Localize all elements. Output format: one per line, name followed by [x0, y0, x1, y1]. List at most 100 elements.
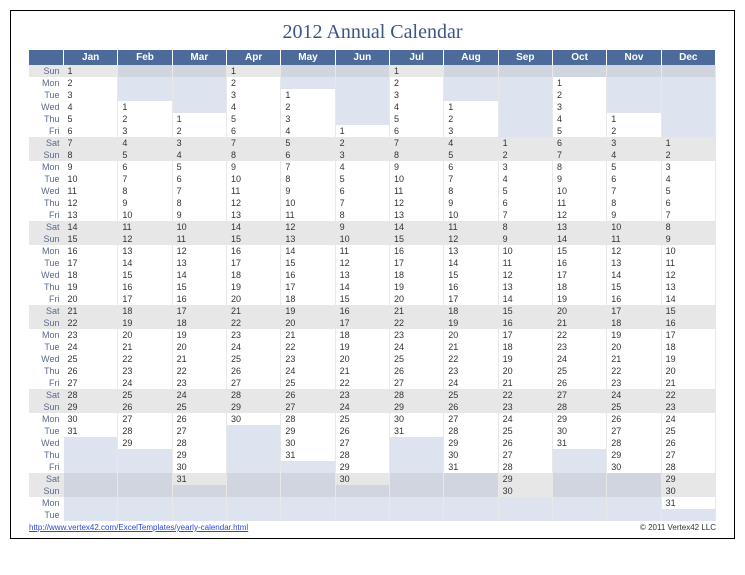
day-cell: 6 — [335, 185, 389, 197]
day-cell: 5 — [335, 173, 389, 185]
dow-label: Fri — [29, 461, 64, 473]
day-cell: 12 — [552, 209, 606, 221]
day-cell — [172, 65, 226, 77]
day-cell: 30 — [661, 485, 715, 497]
day-cell: 26 — [226, 365, 280, 377]
dow-label: Sat — [29, 473, 64, 485]
dow-label: Mon — [29, 413, 64, 425]
day-cell: 23 — [172, 377, 226, 389]
day-cell: 14 — [552, 233, 606, 245]
day-cell: 26 — [552, 377, 606, 389]
day-cell: 28 — [661, 461, 715, 473]
day-cell: 8 — [118, 185, 172, 197]
day-cell: 22 — [172, 365, 226, 377]
day-cell — [607, 497, 661, 509]
day-cell: 13 — [661, 281, 715, 293]
day-cell: 25 — [498, 425, 552, 437]
template-link[interactable]: http://www.vertex42.com/ExcelTemplates/y… — [29, 523, 248, 532]
day-cell: 3 — [118, 125, 172, 137]
table-row: Mon965974963853 — [29, 161, 716, 173]
day-cell: 16 — [172, 293, 226, 305]
table-row: Sat211817211916211815201715 — [29, 305, 716, 317]
day-cell: 19 — [444, 317, 498, 329]
day-cell: 26 — [172, 413, 226, 425]
month-header-mar: Mar — [172, 50, 226, 65]
day-cell: 18 — [498, 341, 552, 353]
day-cell: 15 — [281, 257, 335, 269]
day-cell: 28 — [64, 389, 118, 401]
day-cell — [661, 89, 715, 101]
day-cell — [64, 509, 118, 521]
table-row: Mon2221 — [29, 77, 716, 89]
day-cell: 9 — [64, 161, 118, 173]
day-cell — [335, 101, 389, 113]
day-cell: 4 — [552, 113, 606, 125]
day-cell — [661, 65, 715, 77]
dow-label: Tue — [29, 89, 64, 101]
day-cell: 5 — [118, 149, 172, 161]
day-cell — [64, 449, 118, 461]
day-cell: 23 — [226, 329, 280, 341]
table-row: Tue171413171512171411161311 — [29, 257, 716, 269]
day-cell — [552, 449, 606, 461]
table-row: Tue3128272926312825302725 — [29, 425, 716, 437]
day-cell: 24 — [661, 413, 715, 425]
day-cell — [64, 437, 118, 449]
day-cell: 2 — [607, 125, 661, 137]
day-cell: 2 — [498, 149, 552, 161]
table-row: Fri6326416352 — [29, 125, 716, 137]
day-cell: 1 — [661, 137, 715, 149]
day-cell: 11 — [335, 245, 389, 257]
day-cell — [118, 509, 172, 521]
day-cell: 12 — [118, 233, 172, 245]
month-header-dec: Dec — [661, 50, 715, 65]
day-cell: 1 — [389, 65, 443, 77]
day-cell: 25 — [172, 401, 226, 413]
day-cell: 15 — [172, 281, 226, 293]
day-cell — [498, 113, 552, 125]
day-cell: 27 — [607, 425, 661, 437]
day-cell: 24 — [498, 413, 552, 425]
day-cell: 8 — [226, 149, 280, 161]
day-cell: 5 — [444, 149, 498, 161]
day-cell: 26 — [444, 401, 498, 413]
day-cell: 29 — [389, 401, 443, 413]
day-cell — [118, 77, 172, 89]
day-cell: 31 — [281, 449, 335, 461]
day-cell — [498, 65, 552, 77]
day-cell — [661, 125, 715, 137]
day-cell: 19 — [118, 317, 172, 329]
day-cell: 27 — [661, 449, 715, 461]
day-cell: 23 — [64, 329, 118, 341]
day-cell: 14 — [226, 221, 280, 233]
dow-label: Fri — [29, 377, 64, 389]
day-cell — [64, 461, 118, 473]
day-cell: 17 — [661, 329, 715, 341]
day-cell: 15 — [64, 233, 118, 245]
day-cell: 2 — [552, 89, 606, 101]
day-cell: 25 — [444, 389, 498, 401]
day-cell — [226, 473, 280, 485]
day-cell: 30 — [172, 461, 226, 473]
day-cell — [444, 65, 498, 77]
day-cell: 21 — [498, 377, 552, 389]
day-cell: 7 — [335, 197, 389, 209]
day-cell: 14 — [335, 281, 389, 293]
day-cell: 26 — [118, 401, 172, 413]
day-cell: 26 — [389, 365, 443, 377]
day-cell: 24 — [607, 389, 661, 401]
table-row: Mon31 — [29, 497, 716, 509]
table-row: Wed181514181613181512171412 — [29, 269, 716, 281]
day-cell: 16 — [64, 245, 118, 257]
day-cell: 11 — [552, 197, 606, 209]
day-cell: 7 — [281, 161, 335, 173]
day-cell: 30 — [64, 413, 118, 425]
day-cell: 4 — [172, 149, 226, 161]
day-cell — [552, 65, 606, 77]
day-cell: 19 — [281, 305, 335, 317]
day-cell: 7 — [64, 137, 118, 149]
day-cell: 29 — [498, 473, 552, 485]
day-cell: 14 — [444, 257, 498, 269]
day-cell — [444, 509, 498, 521]
day-cell: 23 — [607, 377, 661, 389]
